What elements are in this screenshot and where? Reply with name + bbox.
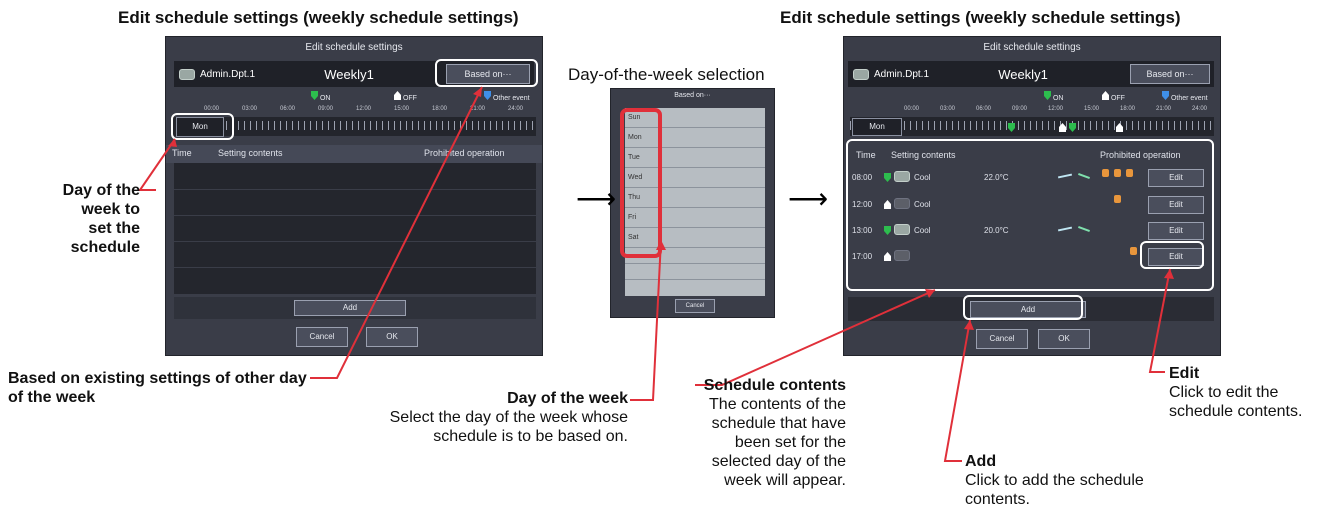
annotation-contents-desc: The contents of the schedule that have b…: [709, 396, 846, 489]
annotation-contents: Schedule contents The contents of the sc…: [676, 376, 846, 490]
annotation-edit-desc: Click to edit the schedule contents.: [1169, 384, 1303, 420]
annotation-dow-desc: Select the day of the week whose schedul…: [389, 409, 628, 445]
annotation-day-to-set: Day of the week to set the schedule: [62, 182, 140, 256]
annotation-add-desc: Click to add the schedule contents.: [965, 472, 1144, 508]
annotation-add: Add Click to add the schedule contents.: [965, 452, 1185, 509]
annotation-contents-title: Schedule contents: [703, 377, 846, 394]
annotation-edit-title: Edit: [1169, 365, 1200, 382]
annotation-dow-title: Day of the week: [507, 390, 628, 407]
annotation-add-title: Add: [965, 453, 997, 470]
annotation-dow: Day of the week Select the day of the we…: [370, 389, 628, 446]
callout-lines: [138, 86, 1174, 462]
annotation-based-on-existing: Based on existing settings of other day …: [8, 370, 307, 406]
annotation-edit: Edit Click to edit the schedule contents…: [1169, 364, 1329, 421]
